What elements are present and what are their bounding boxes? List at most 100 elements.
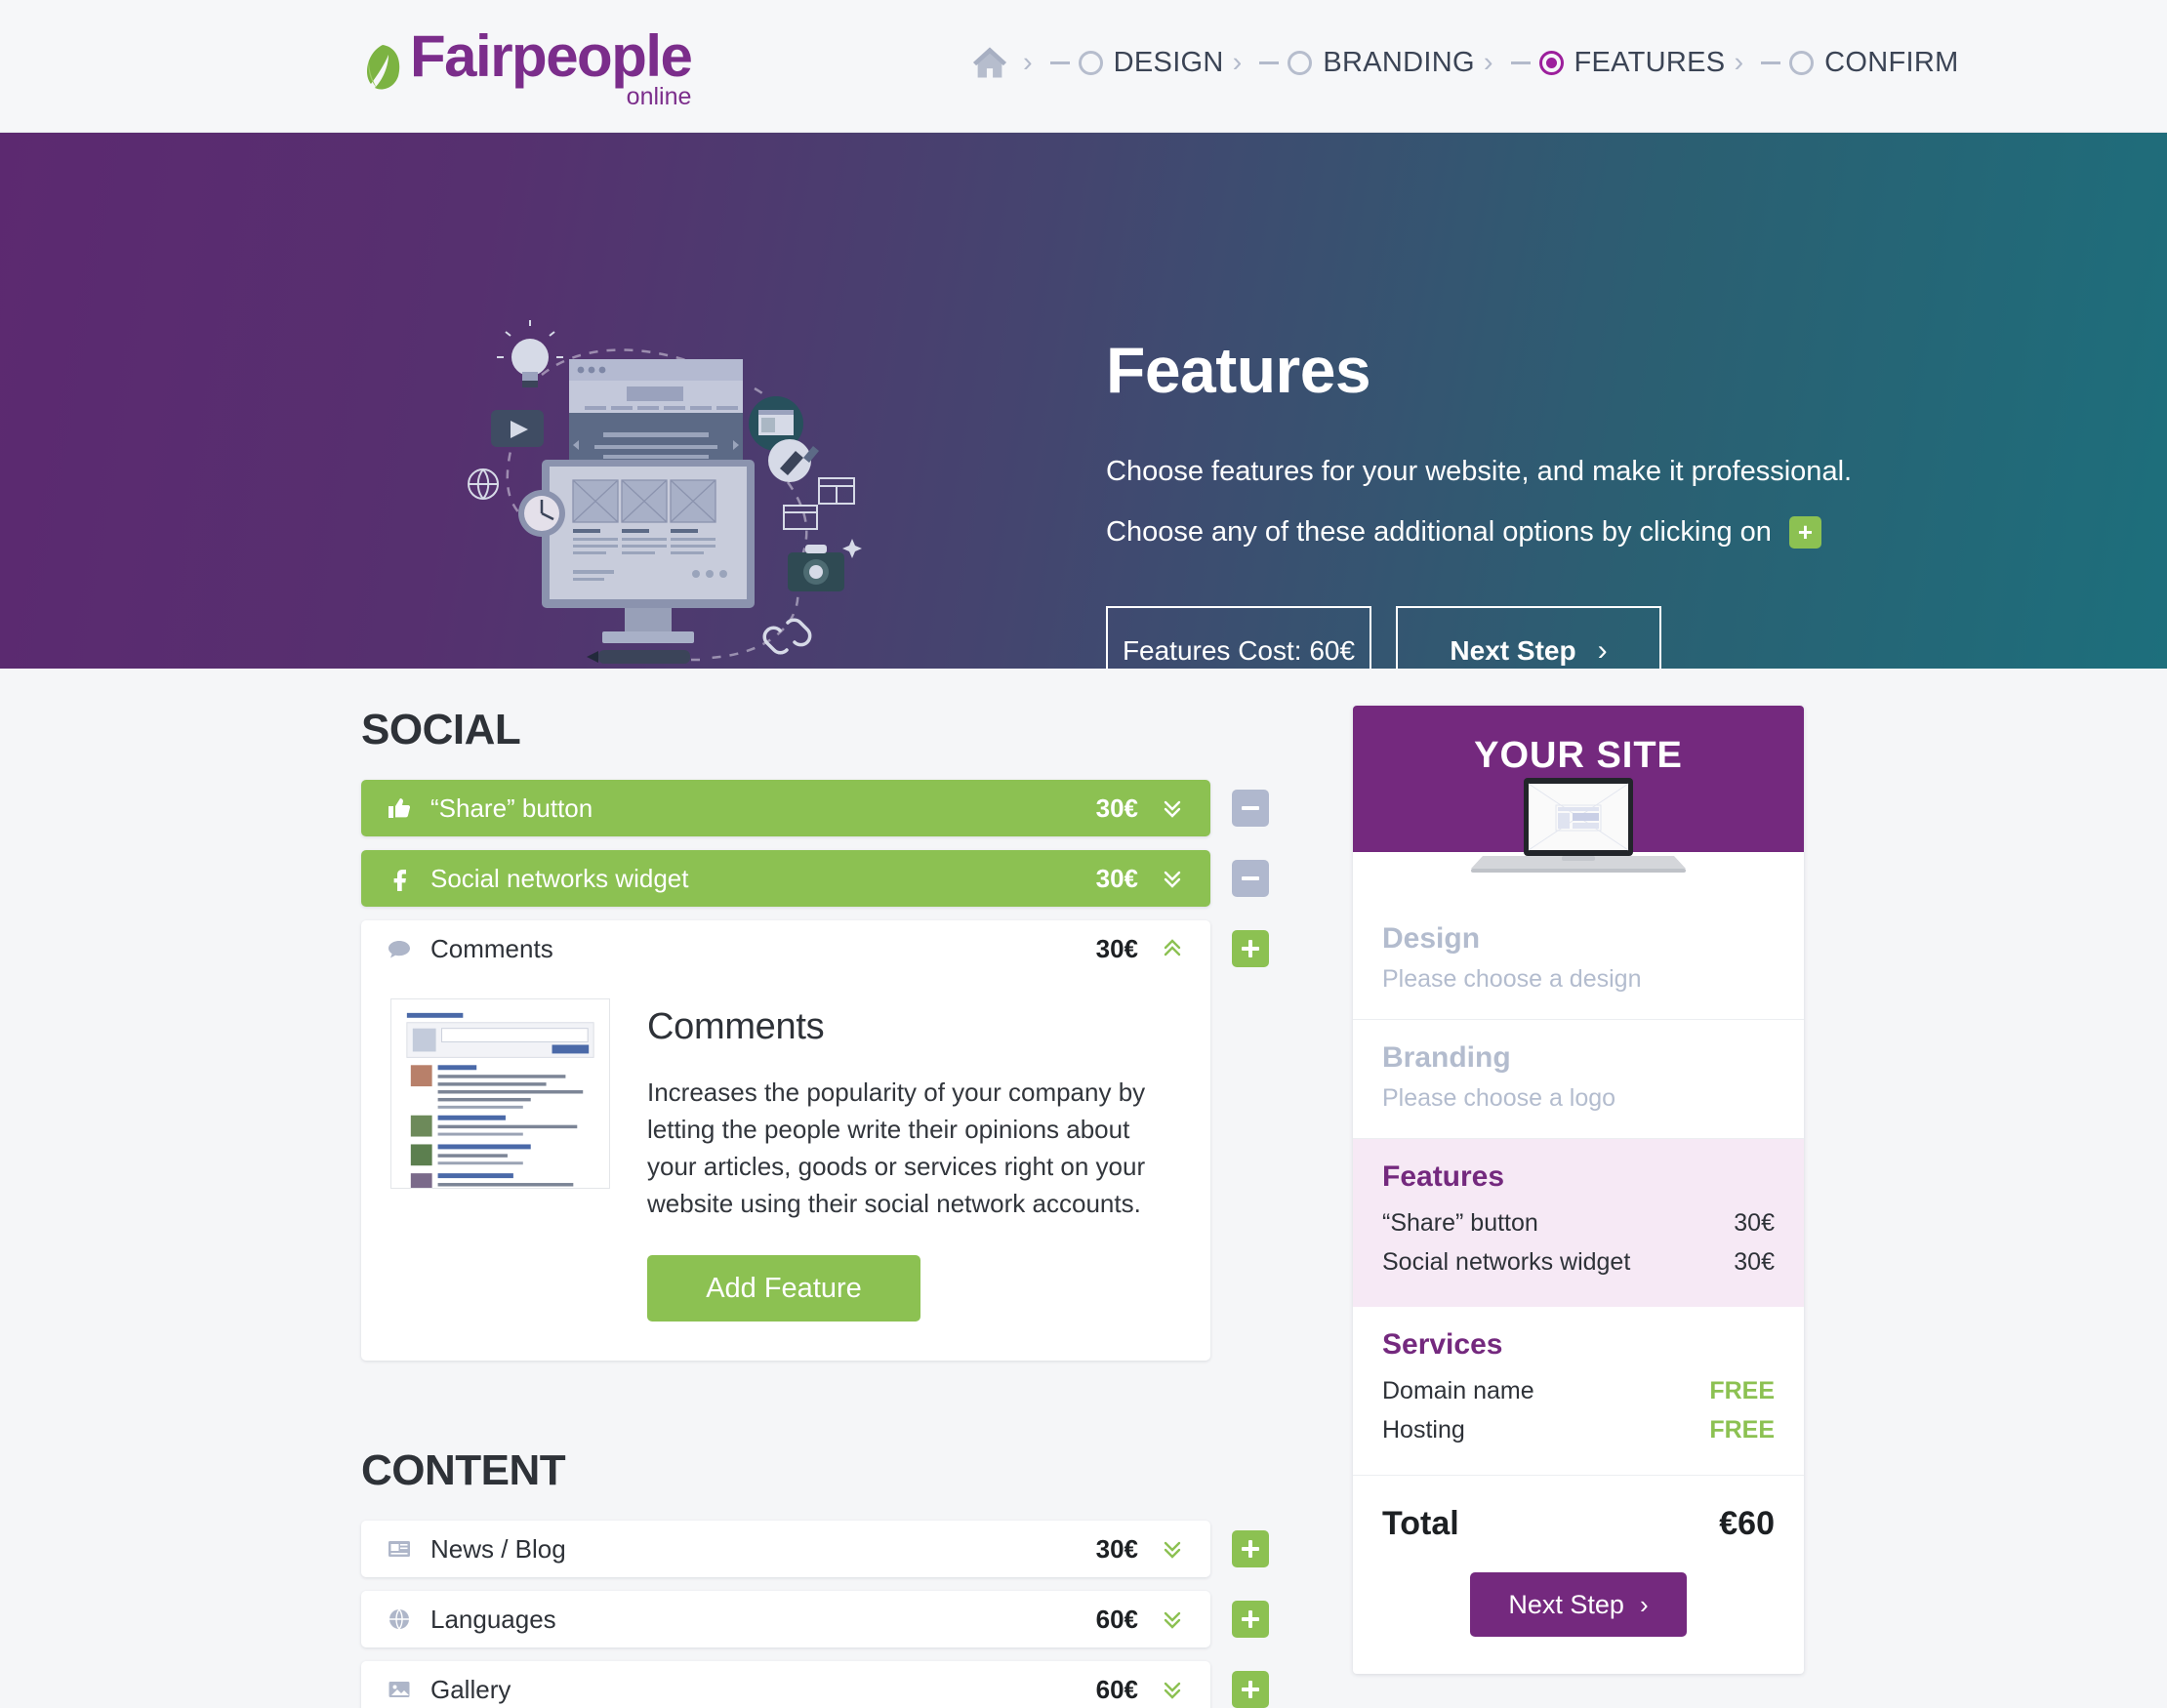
summary-line-label: Social networks widget	[1382, 1248, 1631, 1276]
breadcrumb-dash	[1510, 61, 1531, 64]
chevron-double-down-icon[interactable]	[1160, 1536, 1185, 1562]
breadcrumb-dash	[1259, 61, 1280, 64]
thumbs-up-icon	[383, 795, 416, 821]
step-label: BRANDING	[1323, 46, 1475, 78]
feature-card-languages[interactable]: Languages 60€	[361, 1591, 1210, 1647]
sidebar-next-step-label: Next Step	[1508, 1589, 1624, 1619]
summary-group-services: Services Domain name FREE Hosting FREE	[1353, 1307, 1804, 1476]
features-cost-button[interactable]: Features Cost: 60€	[1106, 606, 1371, 669]
feature-card-share-button[interactable]: “Share” button 30€	[361, 780, 1210, 836]
summary-group-placeholder: Please choose a design	[1382, 965, 1642, 993]
feature-detail-panel: Comments Increases the popularity of you…	[361, 977, 1210, 1361]
hero-hint: Choose any of these additional options b…	[1106, 512, 1984, 551]
feature-name: Languages	[430, 1604, 556, 1634]
feature-card-gallery[interactable]: Gallery 60€	[361, 1661, 1210, 1708]
hero-next-step-label: Next Step	[1450, 635, 1576, 666]
home-icon[interactable]	[971, 46, 1008, 79]
step-design[interactable]: DESIGN	[1078, 46, 1224, 79]
breadcrumb-separator: ›	[1232, 46, 1243, 78]
step-features[interactable]: FEATURES	[1538, 47, 1726, 79]
step-branding[interactable]: BRANDING	[1288, 46, 1475, 79]
feature-header[interactable]: Languages 60€	[361, 1591, 1210, 1647]
summary-group-design: Design Please choose a design	[1353, 901, 1804, 1020]
comment-bubble-icon	[383, 936, 416, 961]
feature-row: Gallery 60€	[361, 1661, 1269, 1708]
summary-line-label: “Share” button	[1382, 1209, 1538, 1237]
brand-logo[interactable]: Fairpeople online	[363, 23, 693, 109]
step-label: CONFIRM	[1824, 46, 1959, 78]
summary-actions: Next Step ›	[1353, 1543, 1804, 1674]
add-feature-button[interactable]: Add Feature	[647, 1255, 920, 1322]
hero-next-step-button[interactable]: Next Step ›	[1396, 606, 1661, 669]
chevron-double-down-icon[interactable]	[1160, 1677, 1185, 1702]
feature-header[interactable]: News / Blog 30€	[361, 1521, 1210, 1577]
hero-actions: Features Cost: 60€ Next Step ›	[1106, 606, 1984, 669]
breadcrumb-separator: ›	[1734, 46, 1744, 78]
minus-icon	[1242, 876, 1259, 880]
globe-icon	[383, 1606, 416, 1632]
laptop-preview-icon	[1353, 778, 1804, 901]
website-builder-illustration	[468, 320, 862, 664]
add-feature-toggle-button[interactable]	[1232, 1671, 1269, 1708]
features-column: SOCIAL “Share” button 30€ Social network…	[361, 706, 1269, 1708]
feature-row: “Share” button 30€	[361, 780, 1269, 836]
step-radio-icon-active	[1538, 50, 1564, 75]
comments-widget-screenshot	[390, 998, 610, 1189]
step-radio-icon	[1789, 50, 1815, 75]
remove-feature-button[interactable]	[1232, 790, 1269, 827]
feature-header[interactable]: Gallery 60€	[361, 1661, 1210, 1708]
summary-line-item: Hosting FREE	[1382, 1410, 1775, 1449]
step-label: DESIGN	[1113, 46, 1224, 78]
chevron-double-down-icon[interactable]	[1160, 1606, 1185, 1632]
breadcrumb: › DESIGN › BRANDING › FEATURES › CONFIRM	[971, 37, 1959, 88]
summary-line-value: 30€	[1734, 1248, 1775, 1276]
image-icon	[383, 1677, 416, 1702]
top-bar: Fairpeople online › DESIGN › BRANDING › …	[0, 0, 2167, 133]
feature-price: 60€	[1095, 1604, 1138, 1634]
summary-group-features: Features “Share” button 30€ Social netwo…	[1353, 1139, 1804, 1307]
add-feature-toggle-button[interactable]	[1232, 930, 1269, 967]
hero-content: Features Choose features for your websit…	[1106, 333, 1984, 669]
summary-group-heading: Features	[1382, 1160, 1505, 1193]
add-feature-toggle-button[interactable]	[1232, 1530, 1269, 1567]
feature-card-news-blog[interactable]: News / Blog 30€	[361, 1521, 1210, 1577]
logo-wordmark: Fairpeople	[410, 23, 693, 89]
step-radio-icon	[1078, 50, 1103, 75]
step-confirm[interactable]: CONFIRM	[1789, 47, 1958, 79]
remove-feature-button[interactable]	[1232, 860, 1269, 897]
feature-header[interactable]: “Share” button 30€	[361, 780, 1210, 836]
feature-row: Social networks widget 30€	[361, 850, 1269, 907]
feature-row: Languages 60€	[361, 1591, 1269, 1647]
feature-row: Comments 30€ Comments Increases the popu…	[361, 920, 1269, 1361]
summary-group-heading: Branding	[1382, 1041, 1511, 1074]
plus-icon	[1242, 1540, 1259, 1558]
summary-total-label: Total	[1382, 1505, 1459, 1542]
plus-icon	[1242, 1610, 1259, 1628]
summary-total-row: Total €60	[1353, 1476, 1804, 1543]
step-radio-icon	[1288, 50, 1313, 75]
breadcrumb-separator: ›	[1483, 46, 1493, 78]
feature-price: 30€	[1095, 793, 1138, 823]
chevron-double-down-icon[interactable]	[1160, 795, 1185, 821]
feature-name: “Share” button	[430, 793, 593, 823]
minus-icon	[1242, 806, 1259, 810]
summary-line-value: FREE	[1709, 1377, 1775, 1404]
summary-group-branding: Branding Please choose a logo	[1353, 1020, 1804, 1139]
sidebar-next-step-button[interactable]: Next Step ›	[1470, 1572, 1687, 1637]
section-title-social: SOCIAL	[361, 706, 521, 753]
feature-card-comments[interactable]: Comments 30€ Comments Increases the popu…	[361, 920, 1210, 1361]
add-feature-toggle-button[interactable]	[1232, 1601, 1269, 1638]
features-cost-label: Features Cost: 60€	[1122, 635, 1356, 666]
hero-hint-text: Choose any of these additional options b…	[1106, 516, 1772, 548]
feature-name: Social networks widget	[430, 863, 689, 893]
feature-header[interactable]: Social networks widget 30€	[361, 850, 1210, 907]
feature-name: News / Blog	[430, 1533, 566, 1564]
your-site-summary-panel: YOUR SITE Design Please choose a design	[1353, 706, 1804, 1674]
chevron-double-down-icon[interactable]	[1160, 866, 1185, 891]
chevron-double-up-icon[interactable]	[1160, 936, 1185, 961]
feature-card-social-networks-widget[interactable]: Social networks widget 30€	[361, 850, 1210, 907]
summary-group-placeholder: Please choose a logo	[1382, 1084, 1616, 1112]
hero-subtitle-text: Choose features for your website, and ma…	[1106, 456, 1853, 487]
feature-header[interactable]: Comments 30€	[361, 920, 1210, 977]
breadcrumb-separator: ›	[1023, 46, 1033, 78]
